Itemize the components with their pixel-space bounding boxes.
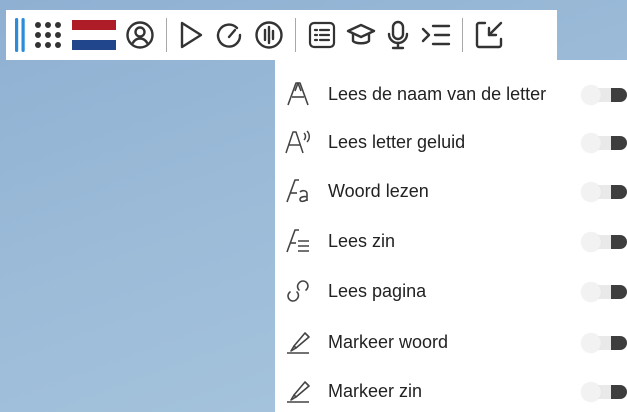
collapse-icon[interactable] bbox=[469, 15, 509, 55]
read-word-icon bbox=[283, 177, 313, 205]
highlighter-icon bbox=[283, 328, 313, 356]
menu-item-label: Lees zin bbox=[328, 230, 396, 251]
profile-icon[interactable] bbox=[120, 15, 160, 55]
link-icon bbox=[283, 277, 313, 305]
toolbar-divider bbox=[295, 18, 296, 52]
menu-item-read-page[interactable]: Lees pagina bbox=[275, 271, 627, 311]
education-icon[interactable] bbox=[342, 15, 380, 55]
menu-item-read-word[interactable]: Woord lezen bbox=[275, 171, 627, 211]
flag-stripe-white bbox=[72, 30, 116, 40]
toggle-switch[interactable] bbox=[581, 382, 627, 402]
toggle-switch[interactable] bbox=[581, 85, 627, 105]
menu-item-label: Markeer zin bbox=[328, 380, 423, 401]
microphone-icon[interactable] bbox=[380, 15, 416, 55]
toggle-switch[interactable] bbox=[581, 333, 627, 353]
toolbar bbox=[6, 10, 557, 60]
menu-item-label: Woord lezen bbox=[328, 180, 429, 201]
toggle-switch[interactable] bbox=[581, 232, 627, 252]
flag-stripe-blue bbox=[72, 40, 116, 50]
toggle-switch[interactable] bbox=[581, 282, 627, 302]
speed-icon[interactable] bbox=[209, 15, 249, 55]
letter-a-icon bbox=[283, 80, 313, 108]
menu-item-letter-sound[interactable]: Lees letter geluid bbox=[275, 122, 627, 162]
read-options-menu: Lees de naam van de letter Lees letter g… bbox=[275, 60, 627, 412]
play-icon[interactable] bbox=[173, 15, 209, 55]
flag-stripe-red bbox=[72, 20, 116, 30]
indent-icon[interactable] bbox=[416, 15, 456, 55]
toolbar-divider bbox=[462, 18, 463, 52]
menu-item-highlight-word[interactable]: Markeer woord bbox=[275, 322, 627, 362]
highlighter-icon bbox=[283, 377, 313, 405]
menu-item-highlight-sentence[interactable]: Markeer zin bbox=[275, 371, 627, 411]
menu-item-label: Markeer woord bbox=[328, 331, 449, 352]
apps-grid-icon[interactable] bbox=[28, 15, 68, 55]
menu-item-label: Lees letter geluid bbox=[328, 131, 466, 152]
voice-icon[interactable] bbox=[249, 15, 289, 55]
toggle-switch[interactable] bbox=[581, 182, 627, 202]
menu-item-read-sentence[interactable]: Lees zin bbox=[275, 221, 627, 261]
language-flag[interactable] bbox=[72, 20, 116, 50]
menu-item-label: Lees pagina bbox=[328, 280, 427, 301]
menu-item-label: Lees de naam van de letter bbox=[328, 83, 547, 104]
letter-sound-icon bbox=[283, 128, 313, 156]
drag-handle-icon[interactable] bbox=[12, 15, 28, 55]
text-options-icon[interactable] bbox=[302, 15, 342, 55]
toolbar-divider bbox=[166, 18, 167, 52]
menu-item-letter-name[interactable]: Lees de naam van de letter bbox=[275, 74, 627, 114]
toggle-switch[interactable] bbox=[581, 133, 627, 153]
read-sentence-icon bbox=[283, 227, 313, 255]
